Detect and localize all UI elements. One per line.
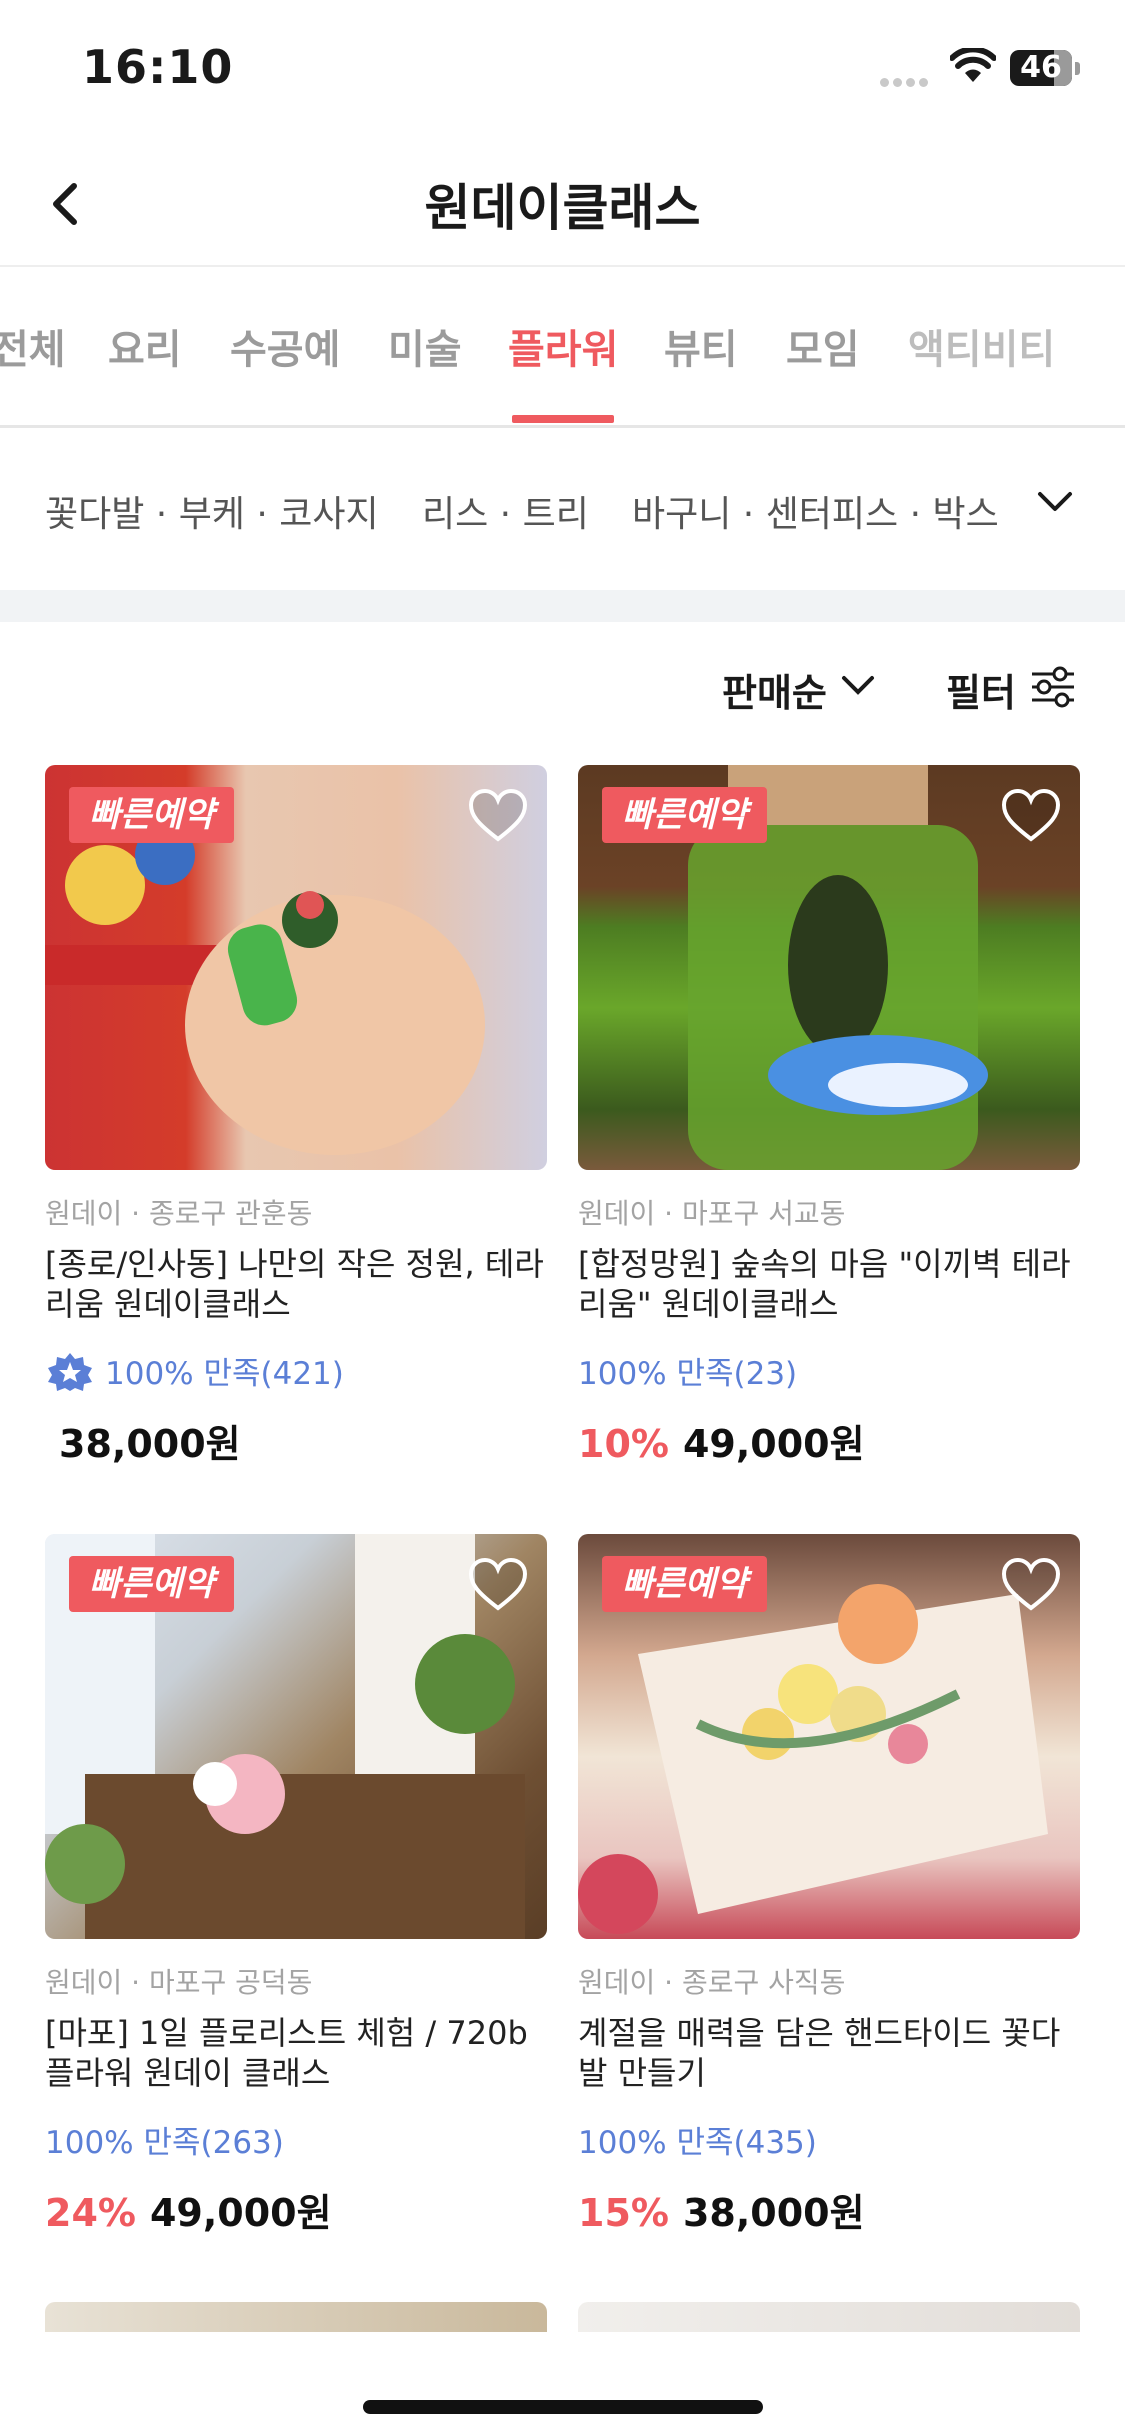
- status-time: 16:10: [82, 40, 234, 94]
- wishlist-button[interactable]: [467, 1556, 529, 1614]
- discount-rate: 15%: [578, 2191, 669, 2235]
- active-tab-indicator: [512, 415, 614, 423]
- page-title: 원데이클래스: [424, 179, 701, 237]
- product-price: 24% 49,000원: [45, 2182, 547, 2237]
- tab-art[interactable]: 미술: [388, 317, 462, 375]
- product-location: 원데이 · 종로구 관훈동: [45, 1197, 313, 1230]
- section-divider: [0, 590, 1125, 622]
- product-rating: 100% 만족(421): [45, 1348, 547, 1393]
- product-image: 빠른예약: [578, 1534, 1080, 1939]
- quick-booking-badge: 빠른예약: [602, 1556, 768, 1612]
- product-image: 빠른예약: [45, 1534, 547, 1939]
- star-badge-icon: [48, 1352, 92, 1391]
- tab-crafts[interactable]: 수공예: [230, 317, 340, 375]
- tab-flower[interactable]: 플라워: [508, 317, 618, 375]
- discount-rate: 24%: [45, 2191, 136, 2235]
- tab-all[interactable]: 전체: [0, 317, 66, 375]
- category-tabs: 전체 요리 수공예 미술 플라워 뷰티 모임 액티비티: [0, 267, 1125, 428]
- status-bar: 16:10 46: [0, 0, 1125, 140]
- price-value: 49,000원: [149, 2191, 332, 2235]
- product-location: 원데이 · 마포구 서교동: [578, 1197, 846, 1230]
- tab-meetup[interactable]: 모임: [786, 317, 860, 375]
- subcategory-bar: 꽃다발 · 부케 · 코사지 리스 · 트리 바구니 · 센터피스 · 박스: [0, 430, 1125, 590]
- chevron-down-icon: [840, 670, 876, 704]
- product-image: 빠른예약: [578, 765, 1080, 1170]
- product-price: 15% 38,000원: [578, 2182, 1080, 2237]
- heart-icon: [1001, 1557, 1061, 1611]
- price-value: 38,000원: [682, 2191, 865, 2235]
- product-title: [종로/인사동] 나만의 작은 정원, 테라리움 원데이클래스: [45, 1245, 544, 1323]
- subcategory-basket[interactable]: 바구니 · 센터피스 · 박스: [632, 485, 999, 537]
- price-value: 49,000원: [682, 1422, 865, 1466]
- product-rating: 100% 만족(23): [578, 1348, 1080, 1393]
- tab-beauty[interactable]: 뷰티: [664, 317, 738, 375]
- product-card-peek[interactable]: [578, 2302, 1080, 2332]
- quick-booking-badge: 빠른예약: [69, 1556, 235, 1612]
- product-card[interactable]: 빠른예약 원데이 · 마포구 서교동 [합정망원] 숲속의 마음 "이끼벽 테라…: [578, 765, 1080, 1468]
- cellular-signal-icon: [880, 72, 932, 91]
- price-value: 38,000원: [59, 1422, 241, 1466]
- product-title: [합정망원] 숲속의 마음 "이끼벽 테라리움" 원데이클래스: [578, 1245, 1071, 1323]
- product-card[interactable]: 빠른예약 원데이 · 마포구 공덕동 [마포] 1일 플로리스트 체험 / 72…: [45, 1534, 547, 2237]
- product-price: 38,000원: [45, 1413, 547, 1468]
- battery-level: 46: [1020, 50, 1062, 85]
- product-price: 10% 49,000원: [578, 1413, 1080, 1468]
- product-card[interactable]: 빠른예약 원데이 · 종로구 관훈동 [종로/인사동] 나만의 작은 정원, 테…: [45, 765, 547, 1468]
- product-rating: 100% 만족(263): [45, 2117, 547, 2162]
- rating-text: 100% 만족(23): [578, 1356, 798, 1392]
- chevron-down-icon: [1038, 492, 1072, 511]
- wifi-icon: [949, 46, 997, 88]
- product-card-peek[interactable]: [45, 2302, 547, 2332]
- product-card[interactable]: 빠른예약 원데이 · 종로구 사직동 계절을 매력을 담은 핸드타이드 꽃다발 …: [578, 1534, 1080, 2237]
- heart-icon: [468, 788, 528, 842]
- sort-dropdown[interactable]: 판매순: [722, 662, 827, 717]
- home-indicator[interactable]: [363, 2400, 763, 2414]
- wishlist-button[interactable]: [1000, 1556, 1062, 1614]
- product-title: [마포] 1일 플로리스트 체험 / 720b 플라워 원데이 클래스: [45, 2014, 528, 2092]
- battery-icon: 46: [1010, 50, 1072, 86]
- expand-subcategories-button[interactable]: [1032, 482, 1078, 522]
- heart-icon: [1001, 788, 1061, 842]
- discount-rate: 10%: [578, 1422, 669, 1466]
- sliders-icon: [1028, 664, 1078, 714]
- heart-icon: [468, 1557, 528, 1611]
- quick-booking-badge: 빠른예약: [69, 787, 235, 843]
- tab-cooking[interactable]: 요리: [108, 317, 182, 375]
- quick-booking-badge: 빠른예약: [602, 787, 768, 843]
- product-rating: 100% 만족(435): [578, 2117, 1080, 2162]
- filter-button[interactable]: 필터: [946, 662, 1016, 717]
- rating-text: 100% 만족(435): [578, 2125, 817, 2161]
- product-location: 원데이 · 종로구 사직동: [578, 1966, 846, 1999]
- product-location: 원데이 · 마포구 공덕동: [45, 1966, 313, 1999]
- subcategory-wreath[interactable]: 리스 · 트리: [422, 485, 589, 537]
- wishlist-button[interactable]: [1000, 787, 1062, 845]
- rating-text: 100% 만족(263): [45, 2125, 284, 2161]
- sort-filter-bar: 판매순 필터: [0, 622, 1125, 742]
- wishlist-button[interactable]: [467, 787, 529, 845]
- rating-text: 100% 만족(421): [105, 1356, 344, 1392]
- top-nav-bar: 원데이클래스: [0, 140, 1125, 267]
- subcategory-bouquet[interactable]: 꽃다발 · 부케 · 코사지: [45, 485, 379, 537]
- product-image: 빠른예약: [45, 765, 547, 1170]
- tab-activity[interactable]: 액티비티: [908, 317, 1055, 375]
- product-title: 계절을 매력을 담은 핸드타이드 꽃다발 만들기: [578, 2014, 1061, 2092]
